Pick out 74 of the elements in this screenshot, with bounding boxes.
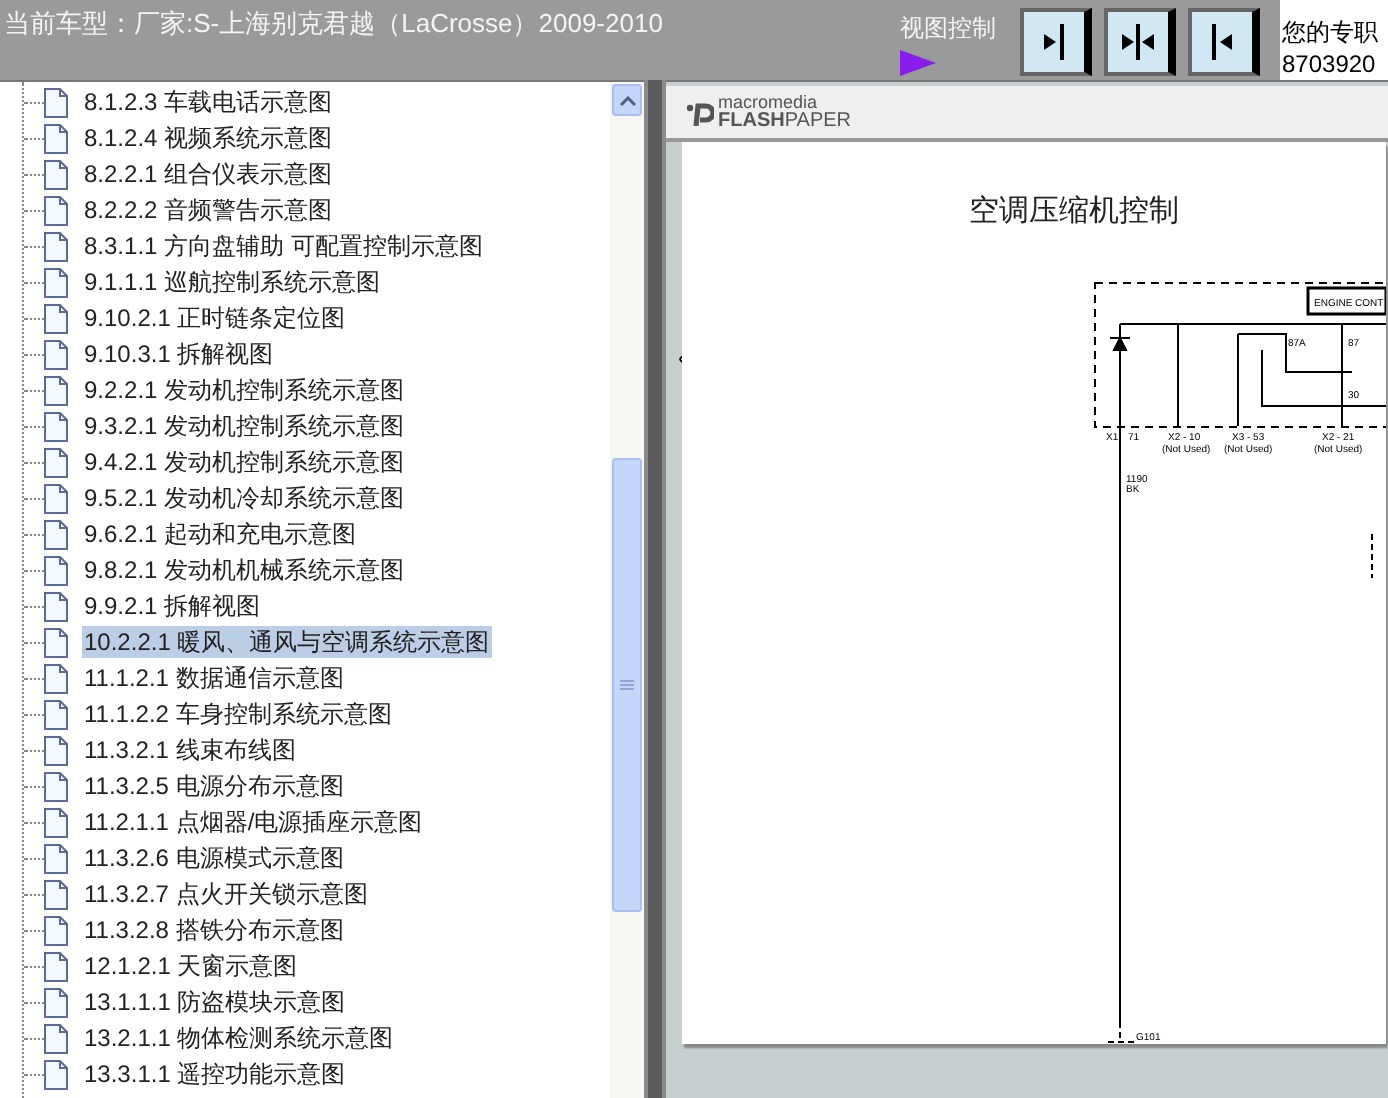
document-icon: [44, 951, 68, 981]
logo-top-text: macromedia: [718, 94, 820, 112]
notice-text: 您的专职: [1282, 16, 1380, 48]
document-icon: [44, 591, 68, 621]
document-icon: [44, 807, 68, 837]
document-icon: [44, 519, 68, 549]
document-icon: [44, 663, 68, 693]
grip-icon: [620, 679, 634, 691]
tree-item[interactable]: 11.1.2.1 数据通信示意图: [82, 662, 346, 694]
tree-item[interactable]: 9.9.2.1 拆解视图: [82, 590, 263, 622]
document-icon: [44, 843, 68, 873]
document-icon: [44, 1059, 68, 1089]
document-icon: [44, 699, 68, 729]
document-icon: [44, 483, 68, 513]
arrows-inward-icon: [1116, 20, 1160, 64]
tree-item[interactable]: 9.2.2.1 发动机控制系统示意图: [82, 374, 407, 406]
scroll-up-button[interactable]: [612, 84, 642, 116]
document-icon: [44, 159, 68, 189]
tree-item[interactable]: 11.3.2.8 搭铁分布示意图: [82, 914, 346, 946]
tree-item[interactable]: 10.2.2.1 暖风、通风与空调系统示意图: [82, 626, 492, 658]
document-icon: [44, 303, 68, 333]
tree-item[interactable]: 13.3.1.1 遥控功能示意图: [82, 1058, 348, 1090]
document-icon: [44, 915, 68, 945]
tree-item[interactable]: 9.10.3.1 拆解视图: [82, 338, 276, 370]
logo-text: FLASHPAPER: [718, 112, 852, 130]
document-icon: [44, 735, 68, 765]
document-icon: [44, 87, 68, 117]
tree-item[interactable]: 9.1.1.1 巡航控制系统示意图: [82, 266, 383, 298]
tree-item[interactable]: 11.3.2.1 线束布线图: [82, 734, 298, 766]
view-button[interactable]: [1104, 8, 1176, 76]
document-icon: [44, 267, 68, 297]
tree-item[interactable]: 8.1.2.4 视频系统示意图: [82, 122, 335, 154]
document-icon: [44, 987, 68, 1017]
tree-item[interactable]: 9.6.2.1 起动和充电示意图: [82, 518, 359, 550]
tree-item[interactable]: 9.4.2.1 发动机控制系统示意图: [82, 446, 407, 478]
tree-item[interactable]: 11.3.2.7 点火开关锁示意图: [82, 878, 370, 910]
tree-item[interactable]: 9.5.2.1 发动机冷却系统示意图: [82, 482, 407, 514]
tree-item[interactable]: 11.2.1.1 点烟器/电源插座示意图: [82, 806, 425, 838]
tree-item[interactable]: 13.1.1.1 防盗模块示意图: [82, 986, 348, 1018]
document-icon: [44, 231, 68, 261]
document-icon: [44, 879, 68, 909]
tree-item[interactable]: 8.1.2.3 车载电话示意图: [82, 86, 335, 118]
tree-item[interactable]: 11.3.2.6 电源模式示意图: [82, 842, 346, 874]
scrollbar[interactable]: [610, 82, 644, 1098]
page-title: 空调压缩机控制: [969, 190, 1179, 232]
play-triangle-icon: [900, 50, 936, 76]
scroll-thumb[interactable]: [612, 458, 642, 912]
view-button[interactable]: [1020, 8, 1092, 76]
tree-item[interactable]: 9.10.2.1 正时链条定位图: [82, 302, 348, 334]
tree-item[interactable]: 9.3.2.1 发动机控制系统示意图: [82, 410, 407, 442]
notice-text: 8703920: [1282, 48, 1378, 80]
tree-item[interactable]: 12.1.2.1 天窗示意图: [82, 950, 300, 982]
tree-item[interactable]: 13.2.1.1 物体检测系统示意图: [82, 1022, 396, 1054]
tree-item[interactable]: 8.3.1.1 方向盘辅助 可配置控制示意图: [82, 230, 485, 262]
tree-item[interactable]: 11.1.2.2 车身控制系统示意图: [82, 698, 394, 730]
document-icon: [44, 375, 68, 405]
tree-item[interactable]: 9.8.2.1 发动机机械系统示意图: [82, 554, 407, 586]
caret-up-icon: [619, 95, 635, 105]
document-icon: [44, 339, 68, 369]
logo-icon: [686, 99, 714, 125]
document-icon: [44, 195, 68, 225]
tree-item[interactable]: 8.2.2.2 音频警告示意图: [82, 194, 335, 226]
document-icon: [44, 123, 68, 153]
tree-item[interactable]: 8.2.2.1 组合仪表示意图: [82, 158, 335, 190]
tree-item[interactable]: 11.3.2.5 电源分布示意图: [82, 770, 346, 802]
document-icon: [44, 1023, 68, 1053]
document-icon: [44, 447, 68, 477]
document-icon: [44, 555, 68, 585]
view-button[interactable]: [1188, 8, 1260, 76]
vehicle-title: 当前车型：厂家:S-上海别克君越（LaCrosse）2009-2010: [2, 6, 665, 42]
document-icon: [44, 627, 68, 657]
view-control-label: 视图控制: [900, 12, 996, 46]
document-icon: [44, 771, 68, 801]
document-icon: [44, 411, 68, 441]
